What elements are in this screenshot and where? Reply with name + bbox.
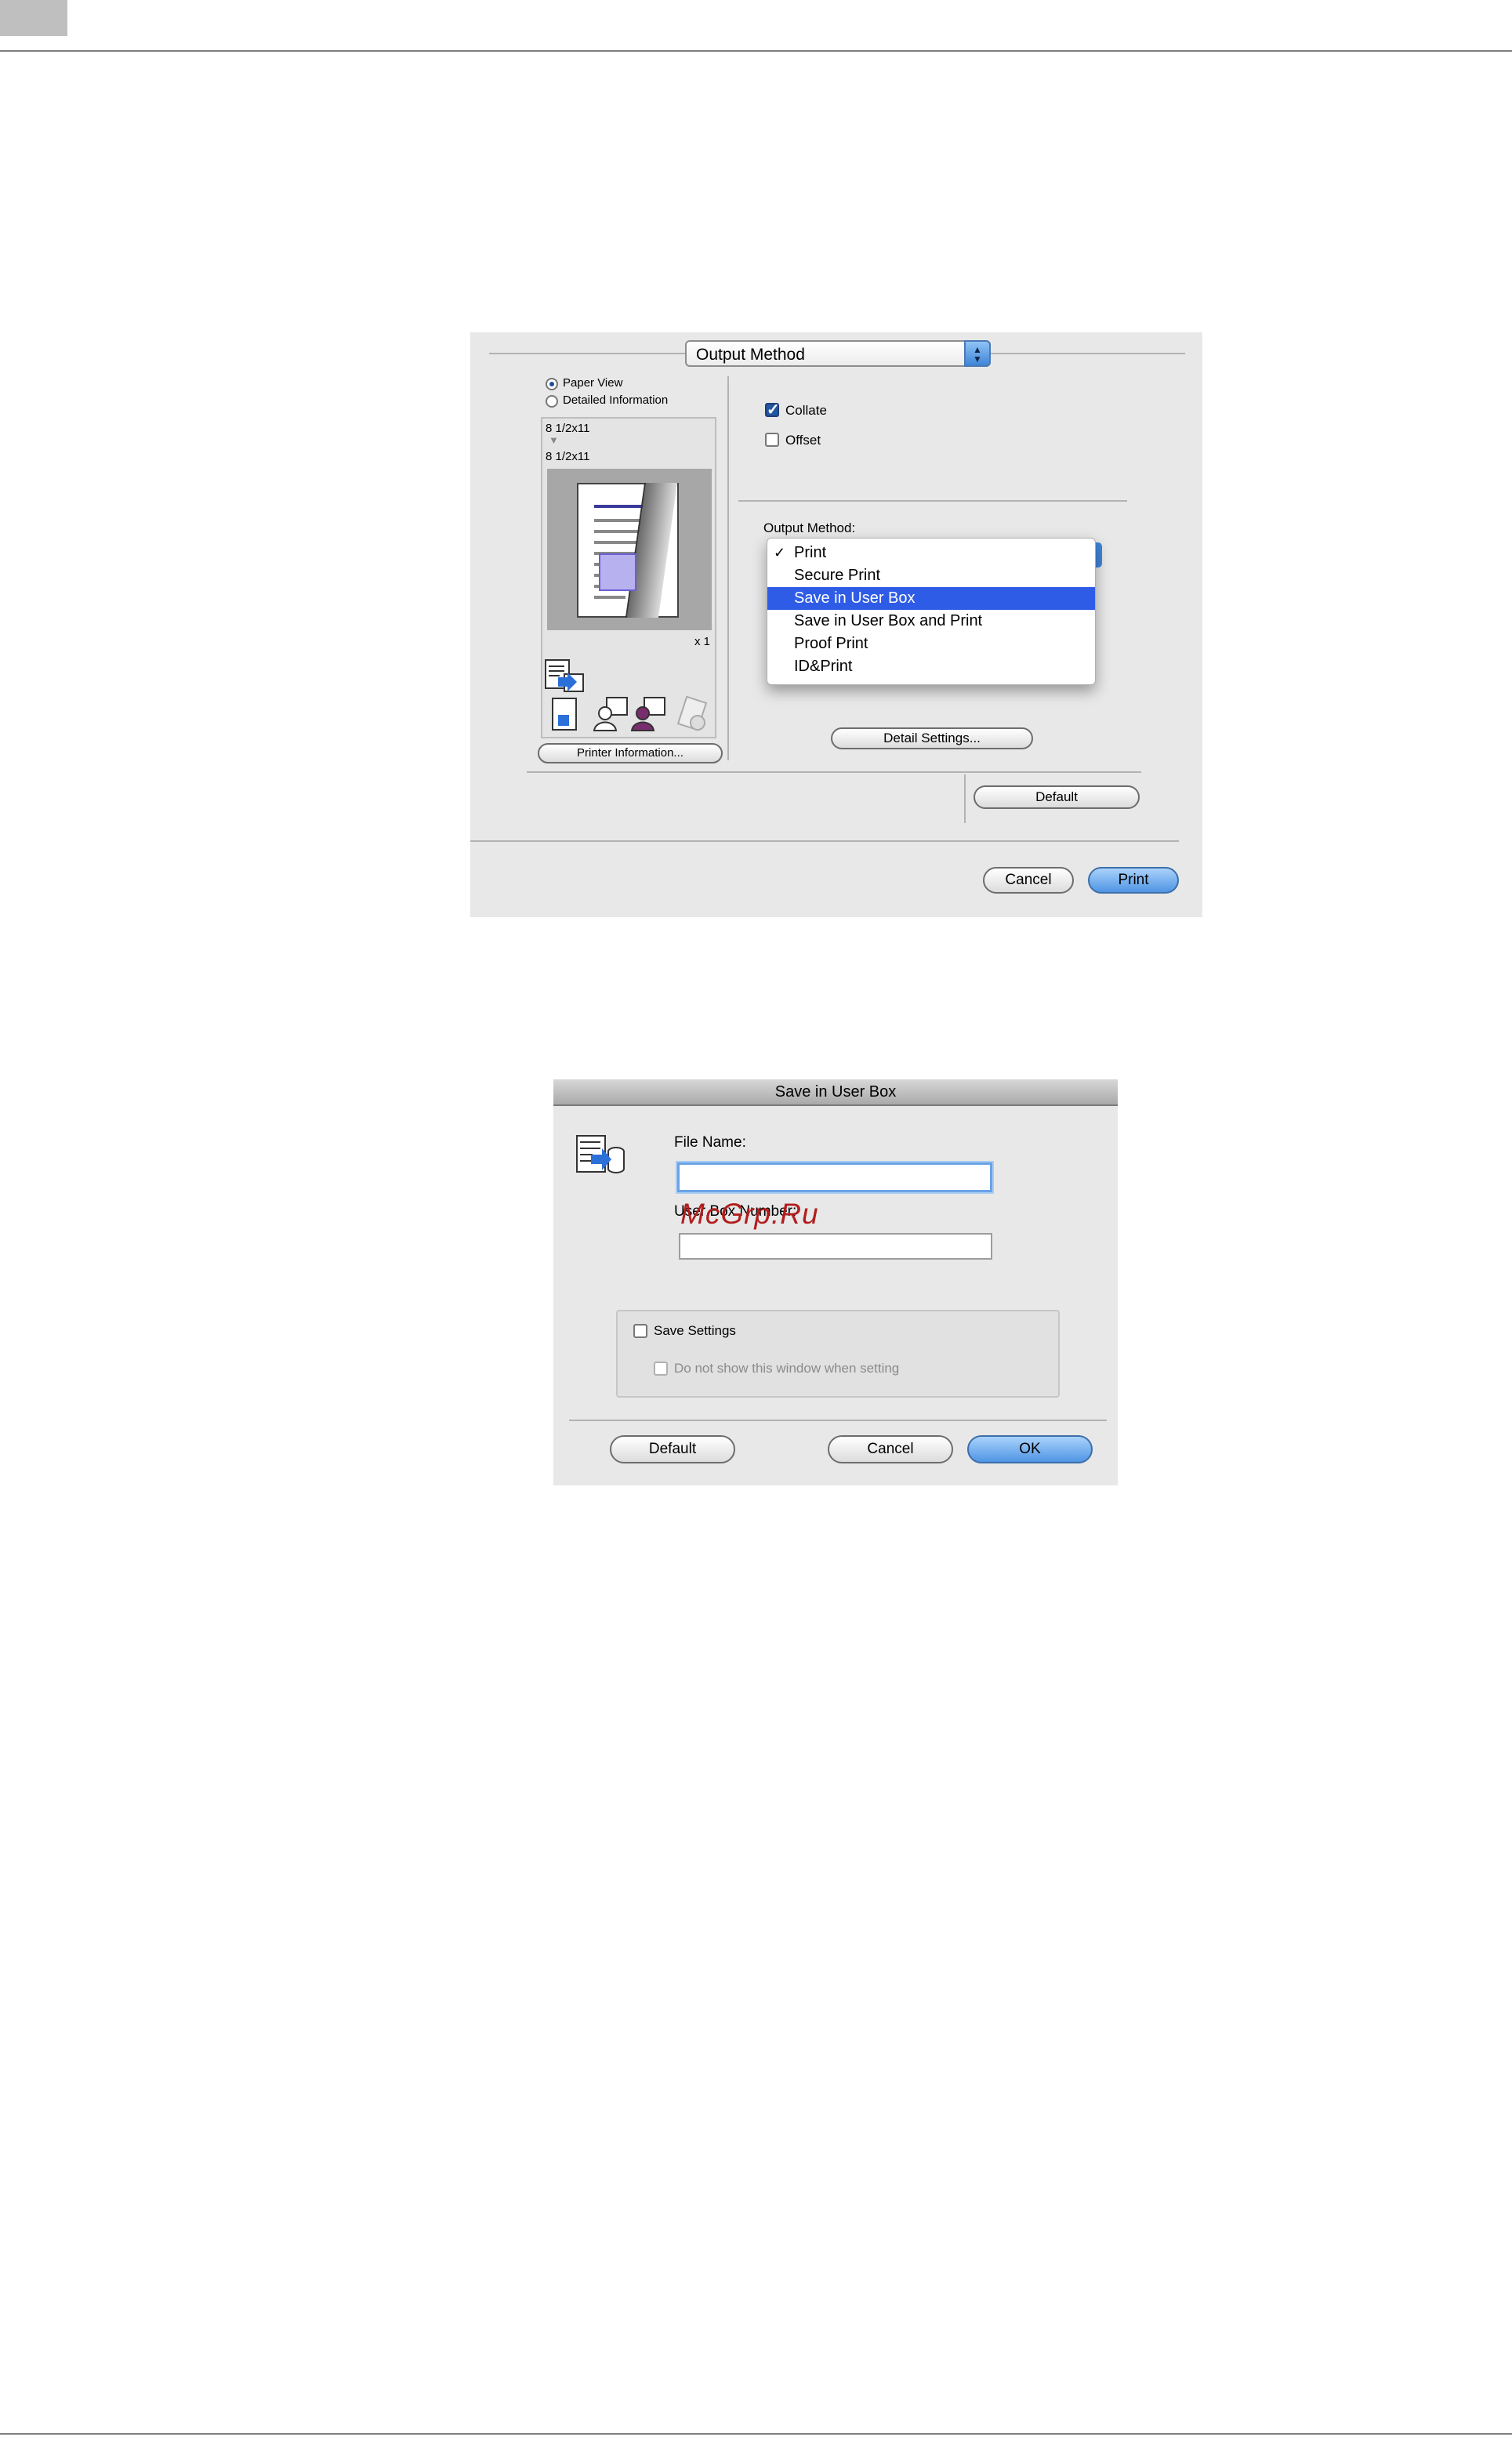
- menu-item-label: Print: [794, 544, 827, 561]
- print-button[interactable]: Print: [1088, 867, 1179, 894]
- save-settings-label: Save Settings: [654, 1323, 736, 1338]
- cancel-button[interactable]: Cancel: [828, 1435, 953, 1463]
- menu-item-print[interactable]: ✓ Print: [767, 542, 1095, 564]
- menu-item-label: ID&Print: [794, 658, 853, 675]
- menu-item-label: Save in User Box and Print: [794, 612, 983, 629]
- detailed-information-radio[interactable]: [546, 395, 558, 408]
- menu-item-label: Secure Print: [794, 567, 881, 584]
- popup-left-rule: [489, 353, 687, 354]
- file-name-field[interactable]: [677, 1162, 992, 1192]
- panel-popup-menu[interactable]: Output Method ▲ ▼: [685, 340, 991, 367]
- paper-preview-panel: 8 1/2x11 ▼ 8 1/2x11 x 1: [541, 417, 716, 738]
- paper-view-label: Paper View: [563, 376, 623, 390]
- detailed-information-label: Detailed Information: [563, 393, 669, 407]
- offset-checkbox[interactable]: [765, 433, 779, 447]
- user-box-number-field[interactable]: [679, 1233, 992, 1260]
- do-not-show-label: Do not show this window when setting: [674, 1361, 900, 1376]
- account-icon: [630, 697, 665, 731]
- save-settings-checkbox[interactable]: [633, 1324, 647, 1338]
- arrow-down-icon: ▼: [549, 434, 559, 446]
- page-inset-icon: [599, 553, 636, 591]
- default-divider: [964, 774, 966, 823]
- user-icon: [593, 697, 628, 731]
- menu-item-label: Proof Print: [794, 635, 868, 652]
- printer-store-icon: [545, 659, 584, 692]
- panel-divider: [727, 376, 729, 760]
- offset-label: Offset: [785, 433, 821, 448]
- ok-button[interactable]: OK: [967, 1435, 1093, 1463]
- header-rule: [0, 50, 1512, 52]
- printer-information-button[interactable]: Printer Information...: [538, 743, 723, 763]
- checkmark-icon: ✓: [774, 545, 786, 560]
- popup-arrows-icon: ▲ ▼: [964, 340, 991, 367]
- collate-label: Collate: [785, 403, 827, 418]
- detail-settings-button[interactable]: Detail Settings...: [831, 727, 1033, 749]
- panel-bottom-rule: [527, 771, 1141, 773]
- user-box-number-input[interactable]: [680, 1235, 991, 1258]
- copies-label: x 1: [694, 635, 711, 648]
- default-button[interactable]: Default: [610, 1435, 735, 1463]
- output-size-label: 8 1/2x11: [546, 450, 590, 463]
- paper-view-radio[interactable]: [546, 378, 558, 390]
- popup-right-rule: [991, 353, 1185, 354]
- menu-item-secure-print[interactable]: Secure Print: [767, 564, 1095, 587]
- file-name-input[interactable]: [680, 1165, 990, 1190]
- dialog-title: Save in User Box: [553, 1079, 1118, 1106]
- output-method-label: Output Method:: [763, 520, 856, 535]
- dialog-footer-rule: [569, 1420, 1107, 1421]
- file-name-label: File Name:: [674, 1134, 746, 1151]
- footer-rule: [470, 840, 1179, 842]
- menu-item-label: Save in User Box: [794, 589, 916, 607]
- footer-rule: [0, 2433, 1512, 2435]
- user-box-icon: [576, 1135, 625, 1173]
- collate-checkbox[interactable]: [765, 400, 780, 419]
- original-size-label: 8 1/2x11: [546, 422, 590, 435]
- watermark: McGrp.Ru: [680, 1198, 819, 1230]
- stamp-disabled-icon: [676, 696, 708, 731]
- default-button[interactable]: Default: [974, 785, 1140, 809]
- menu-item-save-in-user-box[interactable]: Save in User Box: [767, 587, 1095, 610]
- header-corner-block: [0, 0, 67, 36]
- cancel-button[interactable]: Cancel: [983, 867, 1074, 894]
- paper-image: [547, 469, 712, 630]
- menu-item-save-in-user-box-and-print[interactable]: Save in User Box and Print: [767, 610, 1095, 633]
- do-not-show-checkbox[interactable]: [654, 1362, 668, 1376]
- output-method-menu: ✓ Print Secure Print Save in User Box Sa…: [767, 538, 1096, 685]
- save-in-user-box-dialog: Save in User Box File Name: User Box Num…: [553, 1079, 1118, 1485]
- menu-item-proof-print[interactable]: Proof Print: [767, 633, 1095, 655]
- print-dialog: Output Method ▲ ▼ Paper View Detailed Inf…: [470, 332, 1202, 917]
- document-icon: [552, 698, 577, 731]
- options-rule: [738, 500, 1127, 502]
- save-settings-group: Save Settings Do not show this window wh…: [616, 1310, 1060, 1398]
- menu-item-id-print[interactable]: ID&Print: [767, 655, 1095, 678]
- popup-label: Output Method: [696, 346, 805, 364]
